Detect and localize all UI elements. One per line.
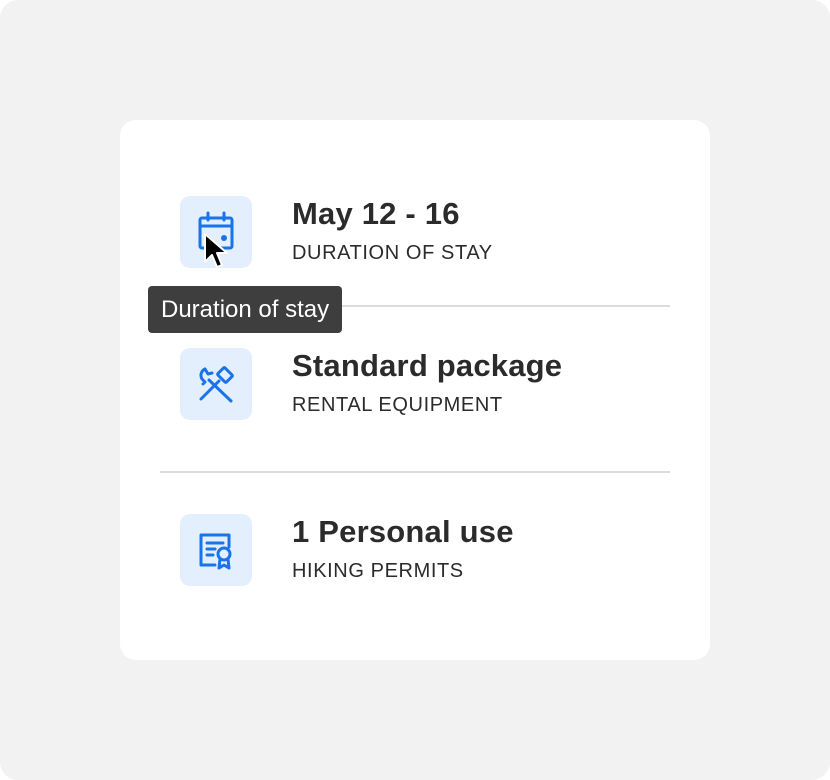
mouse-pointer-icon [204, 233, 228, 268]
summary-item-duration[interactable]: May 12 - 16 DURATION OF STAY [180, 196, 690, 268]
page-background: May 12 - 16 DURATION OF STAY Standard pa… [0, 0, 830, 780]
divider [160, 471, 670, 473]
booking-summary-card: May 12 - 16 DURATION OF STAY Standard pa… [120, 120, 710, 660]
certificate-icon [199, 533, 232, 570]
icon-tile[interactable] [180, 348, 252, 420]
icon-tile[interactable] [180, 514, 252, 586]
item-title: May 12 - 16 [292, 196, 460, 231]
item-subtitle: RENTAL EQUIPMENT [292, 394, 503, 416]
item-subtitle: DURATION OF STAY [292, 242, 493, 264]
summary-item-hiking-permits[interactable]: 1 Personal use HIKING PERMITS [180, 514, 690, 586]
item-title: Standard package [292, 348, 563, 383]
summary-item-rental-equipment[interactable]: Standard package RENTAL EQUIPMENT [180, 348, 690, 420]
tools-icon [199, 366, 234, 403]
tooltip: Duration of stay [148, 286, 343, 333]
item-subtitle: HIKING PERMITS [292, 560, 464, 582]
item-title: 1 Personal use [292, 514, 514, 549]
